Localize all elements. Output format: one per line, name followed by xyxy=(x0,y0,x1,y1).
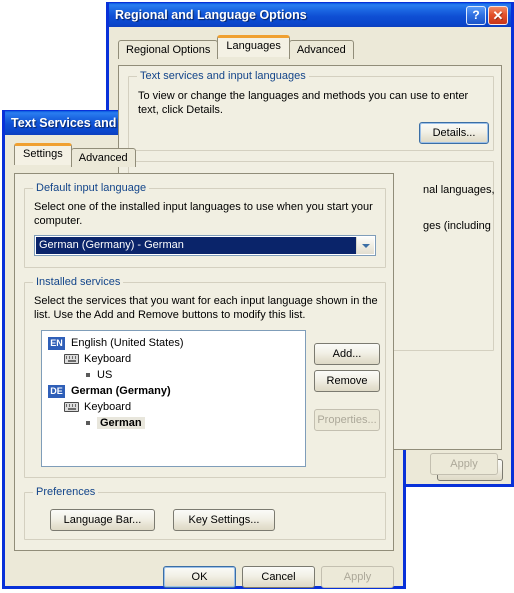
text-services-groupbox: Text services and input languages To vie… xyxy=(128,70,494,151)
back-dialog-titlebar-buttons: ? ✕ xyxy=(466,5,508,25)
add-button-label: Add... xyxy=(332,348,362,360)
bullet-icon xyxy=(86,421,90,425)
list-item[interactable]: Keyboard xyxy=(42,399,305,415)
list-item-category: Keyboard xyxy=(84,401,132,413)
list-item-layout: German xyxy=(97,417,145,429)
add-button[interactable]: Add... xyxy=(314,343,380,365)
installed-services-groupbox: Installed services Select the services t… xyxy=(24,276,386,478)
language-bar-button[interactable]: Language Bar... xyxy=(50,509,155,531)
details-button[interactable]: Details... xyxy=(419,122,489,144)
tab-regional-options-label: Regional Options xyxy=(126,44,211,56)
key-settings-button-label: Key Settings... xyxy=(188,514,260,526)
tab-languages-label: Languages xyxy=(226,40,281,52)
chevron-down-icon[interactable] xyxy=(356,237,374,254)
cancel-button[interactable]: Cancel xyxy=(242,566,315,588)
text-services-desc-line1: To view or change the languages and meth… xyxy=(138,90,469,102)
chevron-down-glyph xyxy=(361,243,370,248)
tab-settings[interactable]: Settings xyxy=(14,143,72,165)
default-input-language-desc-line1: Select one of the installed input langua… xyxy=(34,201,373,213)
keyboard-icon xyxy=(64,402,79,412)
preferences-group-title: Preferences xyxy=(33,486,99,498)
apply-button: Apply xyxy=(321,566,394,588)
list-item-language: German (Germany) xyxy=(71,385,171,397)
list-item[interactable]: EN English (United States) xyxy=(42,335,305,351)
front-dialog-tabstrip: Settings Advanced xyxy=(5,143,403,167)
close-glyph: ✕ xyxy=(492,7,504,23)
ok-button[interactable]: OK xyxy=(163,566,236,588)
list-item-selected[interactable]: German xyxy=(42,415,305,431)
default-input-language-desc-line2: computer. xyxy=(34,215,83,227)
back-dialog-tabstrip: Regional Options Languages Advanced xyxy=(109,35,511,59)
back-dialog-title: Regional and Language Options xyxy=(115,8,307,22)
close-icon[interactable]: ✕ xyxy=(488,5,508,25)
back-dialog-apply-label: Apply xyxy=(450,458,478,470)
details-button-label: Details... xyxy=(432,127,476,139)
default-input-language-groupbox: Default input language Select one of the… xyxy=(24,182,386,268)
installed-services-desc-line1: Select the services that you want for ea… xyxy=(34,295,378,307)
default-input-language-combobox[interactable]: German (Germany) - German xyxy=(34,235,376,256)
supplemental-desc-line1: nal languages, xyxy=(423,184,495,196)
supplemental-desc-line2: ges (including xyxy=(423,220,491,232)
properties-button: Properties... xyxy=(314,409,380,431)
list-item[interactable]: US xyxy=(42,367,305,383)
key-settings-button[interactable]: Key Settings... xyxy=(173,509,275,531)
default-input-language-group-title: Default input language xyxy=(33,182,150,194)
tab-advanced-back-label: Advanced xyxy=(296,44,346,56)
help-glyph: ? xyxy=(472,8,480,22)
tab-advanced-label: Advanced xyxy=(78,152,128,164)
front-dialog-tabpanel: Default input language Select one of the… xyxy=(14,173,394,551)
tab-regional-options[interactable]: Regional Options xyxy=(118,40,219,59)
ok-button-label: OK xyxy=(191,571,208,583)
text-services-group-title: Text services and input languages xyxy=(137,70,309,82)
list-item[interactable]: DE German (Germany) xyxy=(42,383,305,399)
tab-advanced-back[interactable]: Advanced xyxy=(288,40,354,59)
list-item-language: English (United States) xyxy=(71,337,184,349)
desktop-background: Regional and Language Options ? ✕ Region… xyxy=(0,0,514,593)
list-item-category: Keyboard xyxy=(84,353,132,365)
remove-button[interactable]: Remove xyxy=(314,370,380,392)
language-badge-icon: DE xyxy=(48,384,65,398)
back-dialog-apply: Apply xyxy=(430,453,498,475)
cancel-button-label: Cancel xyxy=(261,571,296,583)
apply-button-label: Apply xyxy=(343,571,372,583)
language-bar-button-label: Language Bar... xyxy=(63,514,142,526)
properties-button-label: Properties... xyxy=(317,414,377,426)
list-item-layout: US xyxy=(97,369,113,381)
text-services-desc-line2: text, click Details. xyxy=(138,104,223,116)
language-badge-icon: EN xyxy=(48,336,65,350)
preferences-groupbox: Preferences Language Bar... Key Settings… xyxy=(24,486,386,540)
list-item[interactable]: Keyboard xyxy=(42,351,305,367)
tab-advanced[interactable]: Advanced xyxy=(70,148,136,167)
default-input-language-value: German (Germany) - German xyxy=(36,237,356,254)
front-dialog-body: Settings Advanced Default input language… xyxy=(5,143,403,593)
back-dialog-titlebar[interactable]: Regional and Language Options ? ✕ xyxy=(109,2,511,27)
help-icon[interactable]: ? xyxy=(466,5,486,25)
bullet-icon xyxy=(86,373,90,377)
tab-settings-label: Settings xyxy=(23,148,63,160)
installed-services-group-title: Installed services xyxy=(33,276,124,288)
keyboard-icon xyxy=(64,354,79,364)
tab-languages[interactable]: Languages xyxy=(217,35,290,57)
remove-button-label: Remove xyxy=(326,375,368,387)
installed-services-desc-line2: list. Use the Add and Remove buttons to … xyxy=(34,309,306,321)
text-services-and-input-languages-window: Text Services and Input Languages ? ✕ Se… xyxy=(2,110,406,589)
installed-services-listbox[interactable]: EN English (United States) Keyboard US D… xyxy=(41,330,306,467)
